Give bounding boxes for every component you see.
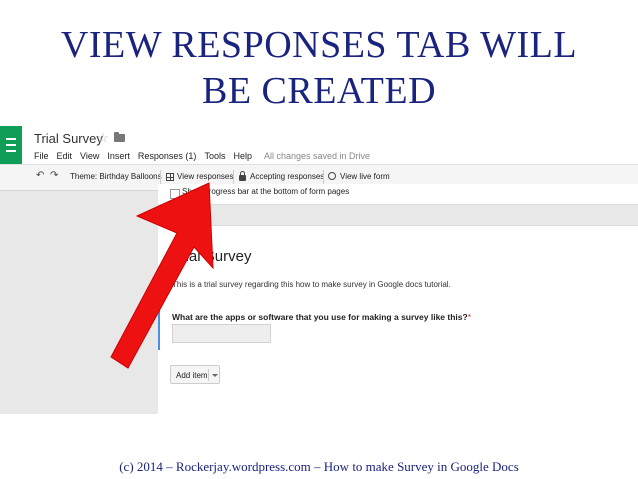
question-text: What are the apps or software that you u… <box>172 312 468 322</box>
menu-help[interactable]: Help <box>233 151 252 161</box>
menu-view[interactable]: View <box>80 151 99 161</box>
menu-tools[interactable]: Tools <box>204 151 225 161</box>
star-icon[interactable]: ☆ <box>97 130 109 146</box>
menu-insert[interactable]: Insert <box>107 151 130 161</box>
toolbar-divider <box>233 170 234 185</box>
view-live-form-icon[interactable] <box>328 172 336 180</box>
slide-title-line-2: BE CREATED <box>201 70 437 112</box>
document-title[interactable]: Trial Survey <box>34 131 103 146</box>
menu-bar: File Edit View Insert Responses (1) Tool… <box>34 151 370 161</box>
slide-title-line-1: VIEW RESPONSES TAB WILL <box>60 24 578 66</box>
question-selected-indicator <box>158 299 160 350</box>
app-header: Trial Survey ☆ File Edit View Insert Res… <box>0 122 638 164</box>
progress-bar-label: Show progress bar at the bottom of form … <box>182 187 350 196</box>
progress-bar-checkbox[interactable] <box>170 189 180 199</box>
redo-icon[interactable]: ↷ <box>50 170 58 181</box>
menu-file[interactable]: File <box>34 151 49 161</box>
save-status: All changes saved in Drive <box>263 151 371 161</box>
add-item-button[interactable]: Add item <box>170 365 220 384</box>
view-live-form-button[interactable]: View live form <box>340 172 390 181</box>
forms-logo-icon[interactable] <box>0 126 22 164</box>
forms-screenshot: Trial Survey ☆ File Edit View Insert Res… <box>0 122 638 414</box>
lock-icon[interactable] <box>239 171 246 181</box>
settings-card: Show progress bar at the bottom of form … <box>158 184 638 205</box>
add-item-label: Add item <box>176 371 208 380</box>
add-item-divider <box>208 369 209 381</box>
required-mark: * <box>467 312 471 322</box>
slide-title: VIEW RESPONSES TAB WILL BE CREATED <box>0 22 638 114</box>
form-title[interactable]: Trial Survey <box>172 248 251 265</box>
toolbar-divider <box>160 170 161 185</box>
chevron-down-icon[interactable] <box>212 374 218 377</box>
answer-text-input[interactable] <box>172 324 271 343</box>
view-responses-button[interactable]: View responses <box>177 172 233 181</box>
accepting-responses-button[interactable]: Accepting responses <box>250 172 324 181</box>
toolbar-divider <box>323 170 324 185</box>
form-description[interactable]: This is a trial survey regarding this ho… <box>172 280 451 289</box>
form-card: Trial Survey This is a trial survey rega… <box>158 225 638 414</box>
undo-icon[interactable]: ↶ <box>36 170 44 181</box>
menu-edit[interactable]: Edit <box>57 151 73 161</box>
theme-button[interactable]: Theme: Birthday Balloons <box>70 172 162 181</box>
slide-footer: (c) 2014 – Rockerjay.wordpress.com – How… <box>119 459 519 474</box>
question-title[interactable]: What are the apps or software that you u… <box>172 312 471 322</box>
spreadsheet-icon[interactable] <box>166 173 174 181</box>
folder-icon[interactable] <box>114 132 125 142</box>
menu-responses[interactable]: Responses (1) <box>138 151 197 161</box>
